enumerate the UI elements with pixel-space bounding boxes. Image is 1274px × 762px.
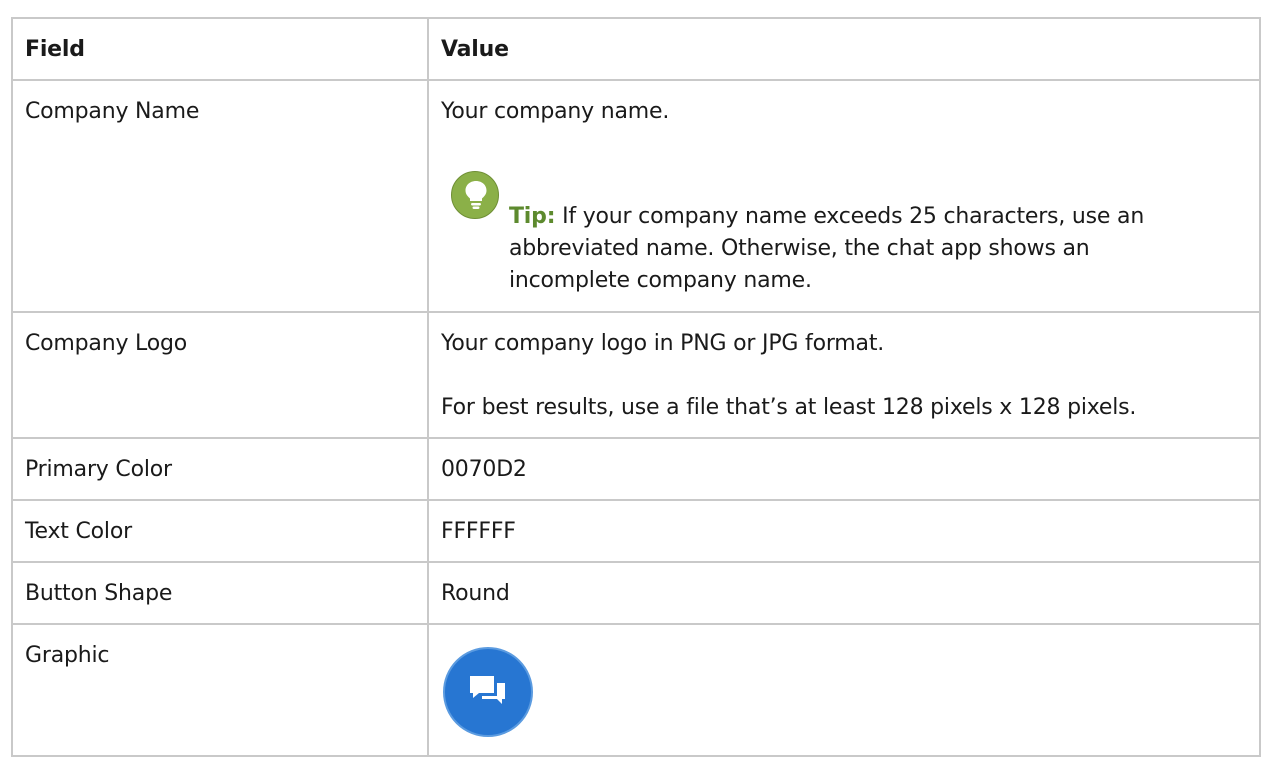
tip-label: Tip: — [509, 204, 556, 229]
column-header-field: Field — [11, 17, 429, 81]
table-row-text-color: Text Color FFFFFF — [11, 499, 1261, 563]
value-cell-primary-color: 0070D2 — [427, 437, 1261, 501]
tip-text-line-1: If your company name exceeds 25 characte… — [562, 204, 1145, 229]
table-header-row: Field Value — [11, 17, 1261, 81]
value-cell-text-color: FFFFFF — [427, 499, 1261, 563]
value-cell-company-name: Your company name. Tip: If your company … — [427, 79, 1261, 313]
field-cell-company-logo: Company Logo — [11, 311, 429, 439]
table-row-primary-color: Primary Color 0070D2 — [11, 437, 1261, 501]
field-cell-text-color: Text Color — [11, 499, 429, 563]
table-row-graphic: Graphic — [11, 623, 1261, 757]
value-cell-graphic — [427, 623, 1261, 757]
lightbulb-icon — [451, 171, 499, 219]
settings-table: Field Value Company Name Your company na… — [11, 17, 1261, 757]
company-logo-note: For best results, use a file that’s at l… — [441, 395, 1137, 420]
column-header-value: Value — [427, 17, 1261, 81]
value-cell-company-logo: Your company logo in PNG or JPG format. … — [427, 311, 1261, 439]
tip-callout: Tip: If your company name exceeds 25 cha… — [451, 171, 1247, 293]
company-logo-description: Your company logo in PNG or JPG format. — [441, 331, 885, 356]
field-cell-company-name: Company Name — [11, 79, 429, 313]
chat-bubbles-icon — [470, 676, 505, 704]
table-row-company-name: Company Name Your company name. Tip: If … — [11, 79, 1261, 313]
field-cell-graphic: Graphic — [11, 623, 429, 757]
chat-button-graphic — [443, 647, 533, 737]
field-cell-primary-color: Primary Color — [11, 437, 429, 501]
table-row-company-logo: Company Logo Your company logo in PNG or… — [11, 311, 1261, 439]
company-name-description: Your company name. — [441, 99, 670, 124]
tip-text: Tip: If your company name exceeds 25 cha… — [509, 201, 1249, 297]
tip-text-line-3: incomplete company name. — [509, 268, 812, 293]
table-row-button-shape: Button Shape Round — [11, 561, 1261, 625]
tip-text-line-2: abbreviated name. Otherwise, the chat ap… — [509, 236, 1090, 261]
field-cell-button-shape: Button Shape — [11, 561, 429, 625]
value-cell-button-shape: Round — [427, 561, 1261, 625]
